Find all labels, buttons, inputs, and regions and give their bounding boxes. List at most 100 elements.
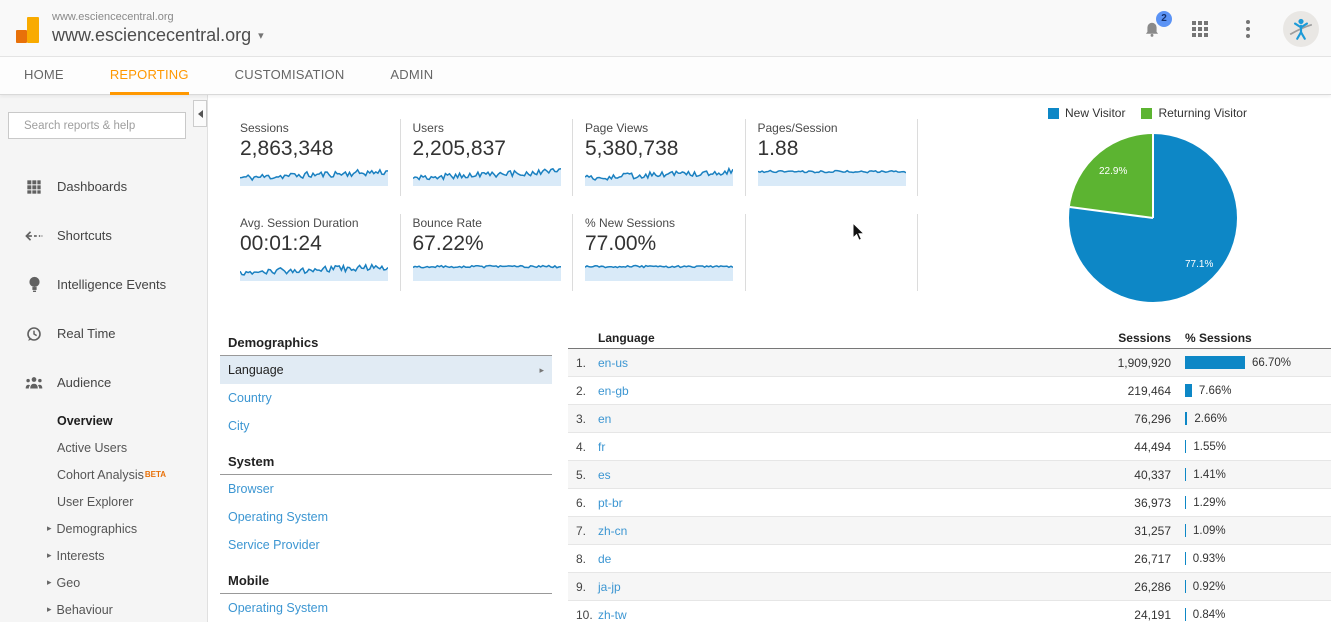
col-header-sessions[interactable]: Sessions: [1085, 331, 1171, 345]
nav-tab-customisation[interactable]: CUSTOMISATION: [235, 57, 345, 95]
menu-item-label: Browser: [228, 475, 544, 503]
menu-section-title: Demographics: [220, 331, 552, 356]
dashboards-icon: [24, 179, 44, 195]
pct-bar: [1185, 384, 1192, 397]
avatar-figure-icon: [1288, 16, 1314, 42]
col-header-language[interactable]: Language: [598, 331, 1085, 345]
pct-value: 1.41%: [1193, 469, 1226, 481]
language-link[interactable]: zh-cn: [598, 524, 1061, 538]
menu-item-service-provider[interactable]: Service Provider: [220, 531, 552, 559]
pct-value: 0.92%: [1193, 581, 1226, 593]
row-rank: 3.: [576, 412, 598, 426]
expand-arrow-icon: ▸: [47, 523, 52, 534]
language-link[interactable]: es: [598, 468, 1061, 482]
scorecard-page-views[interactable]: Page Views 5,380,738: [573, 119, 746, 196]
nav-tab-reporting[interactable]: REPORTING: [110, 57, 189, 95]
nav-tab-admin[interactable]: ADMIN: [390, 57, 433, 95]
menu-item-operating-system[interactable]: Operating System: [220, 503, 552, 531]
menu-item-language[interactable]: Language ▸: [220, 356, 552, 384]
chevron-right-icon: ▸: [539, 356, 544, 384]
more-options-button[interactable]: [1235, 16, 1261, 42]
sidebar-item-real-time[interactable]: Real Time: [0, 309, 207, 358]
language-link[interactable]: en-gb: [598, 384, 1061, 398]
sidebar-subitem-geo[interactable]: ▸ Geo: [0, 569, 207, 596]
scorecard-bounce-rate[interactable]: Bounce Rate 67.22%: [401, 214, 574, 291]
menu-item-label: Service Provider: [228, 531, 544, 559]
table-header: Language Sessions % Sessions: [568, 331, 1331, 349]
intelligence-icon: [24, 276, 44, 293]
sidebar-subitem-label: Demographics: [57, 522, 138, 536]
notifications-button[interactable]: 2: [1139, 16, 1165, 42]
language-link[interactable]: en-us: [598, 356, 1061, 370]
sidebar-item-shortcuts[interactable]: Shortcuts: [0, 211, 207, 260]
table-row: 2. en-gb 219,464 7.66%: [568, 377, 1331, 405]
sidebar-item-intelligence-events[interactable]: Intelligence Events: [0, 260, 207, 309]
sidebar-subitem-overview[interactable]: Overview: [0, 407, 207, 434]
scorecard-sessions[interactable]: Sessions 2,863,348: [228, 119, 401, 196]
primary-nav: HOME REPORTING CUSTOMISATION ADMIN: [0, 57, 1331, 95]
scorecard--new-sessions[interactable]: % New Sessions 77.00%: [573, 214, 746, 291]
language-link[interactable]: en: [598, 412, 1061, 426]
sidebar-item-audience[interactable]: Audience: [0, 358, 207, 407]
language-link[interactable]: ja-jp: [598, 580, 1061, 594]
expand-arrow-icon: ▸: [47, 550, 52, 561]
search-input[interactable]: [24, 120, 178, 132]
language-link[interactable]: fr: [598, 440, 1061, 454]
sidebar-subitem-demographics[interactable]: ▸ Demographics: [0, 515, 207, 542]
metric-value: 77.00%: [585, 232, 733, 256]
language-link[interactable]: de: [598, 552, 1061, 566]
sidebar-collapse-button[interactable]: [193, 100, 207, 127]
sidebar-subitem-active-users[interactable]: Active Users: [0, 434, 207, 461]
pie-legend: New Visitor Returning Visitor: [1048, 106, 1247, 120]
scorecard-pages-session[interactable]: Pages/Session 1.88: [746, 119, 919, 196]
sidebar-item-label: Intelligence Events: [57, 277, 166, 292]
menu-item-browser[interactable]: Browser: [220, 475, 552, 503]
sparkline-chart: [585, 259, 733, 281]
scorecard-avg-session-duration[interactable]: Avg. Session Duration 00:01:24: [228, 214, 401, 291]
search-box[interactable]: [8, 112, 186, 139]
table-row: 6. pt-br 36,973 1.29%: [568, 489, 1331, 517]
nav-tab-label: CUSTOMISATION: [235, 67, 345, 82]
pct-value: 0.93%: [1193, 553, 1226, 565]
pct-value: 1.09%: [1193, 525, 1226, 537]
sidebar: Dashboards Shortcuts Intelligence Events…: [0, 95, 208, 622]
menu-item-city[interactable]: City: [220, 412, 552, 440]
pct-value: 1.55%: [1193, 441, 1226, 453]
nav-tab-label: HOME: [24, 67, 64, 82]
sidebar-subitem-behaviour[interactable]: ▸ Behaviour: [0, 596, 207, 622]
menu-item-operating-system[interactable]: Operating System: [220, 594, 552, 622]
sessions-value: 31,257: [1061, 524, 1171, 538]
sessions-value: 24,191: [1061, 608, 1171, 622]
sidebar-subitem-interests[interactable]: ▸ Interests: [0, 542, 207, 569]
pct-value: 0.84%: [1193, 609, 1226, 621]
language-link[interactable]: zh-tw: [598, 608, 1061, 622]
visitor-pie-chart[interactable]: 22.9% 77.1%: [1069, 134, 1237, 302]
metric-label: Bounce Rate: [413, 216, 561, 230]
sidebar-item-dashboards[interactable]: Dashboards: [0, 162, 207, 211]
sidebar-subitem-cohort-analysis[interactable]: Cohort Analysis BETA: [0, 461, 207, 488]
sparkline-chart: [413, 259, 561, 281]
pie-slice-label-returning: 22.9%: [1099, 166, 1127, 177]
main-content: Sessions 2,863,348 Users 2,205,837 Page …: [208, 95, 1331, 622]
user-avatar[interactable]: [1283, 11, 1319, 47]
metric-value: 1.88: [758, 137, 906, 161]
col-header-pct-sessions[interactable]: % Sessions: [1171, 331, 1331, 345]
scorecard-users[interactable]: Users 2,205,837: [401, 119, 574, 196]
nav-tab-home[interactable]: HOME: [24, 57, 64, 95]
pie-divider: [1070, 206, 1154, 219]
pct-value: 7.66%: [1199, 385, 1232, 397]
sidebar-item-label: Shortcuts: [57, 228, 112, 243]
property-selector[interactable]: www.esciencecentral.org ▾: [52, 25, 264, 46]
apps-button[interactable]: [1187, 16, 1213, 42]
legend-item-new-visitor[interactable]: New Visitor: [1048, 106, 1125, 120]
sparkline-chart: [413, 164, 561, 186]
sidebar-subitem-label: Interests: [57, 549, 105, 563]
sparkline-chart: [240, 259, 388, 281]
pct-bar: [1185, 580, 1186, 593]
metric-label: Users: [413, 121, 561, 135]
sidebar-subitem-user-explorer[interactable]: User Explorer: [0, 488, 207, 515]
property-title[interactable]: www.esciencecentral.org: [52, 25, 251, 46]
language-link[interactable]: pt-br: [598, 496, 1061, 510]
legend-item-returning-visitor[interactable]: Returning Visitor: [1141, 106, 1247, 120]
menu-item-country[interactable]: Country: [220, 384, 552, 412]
